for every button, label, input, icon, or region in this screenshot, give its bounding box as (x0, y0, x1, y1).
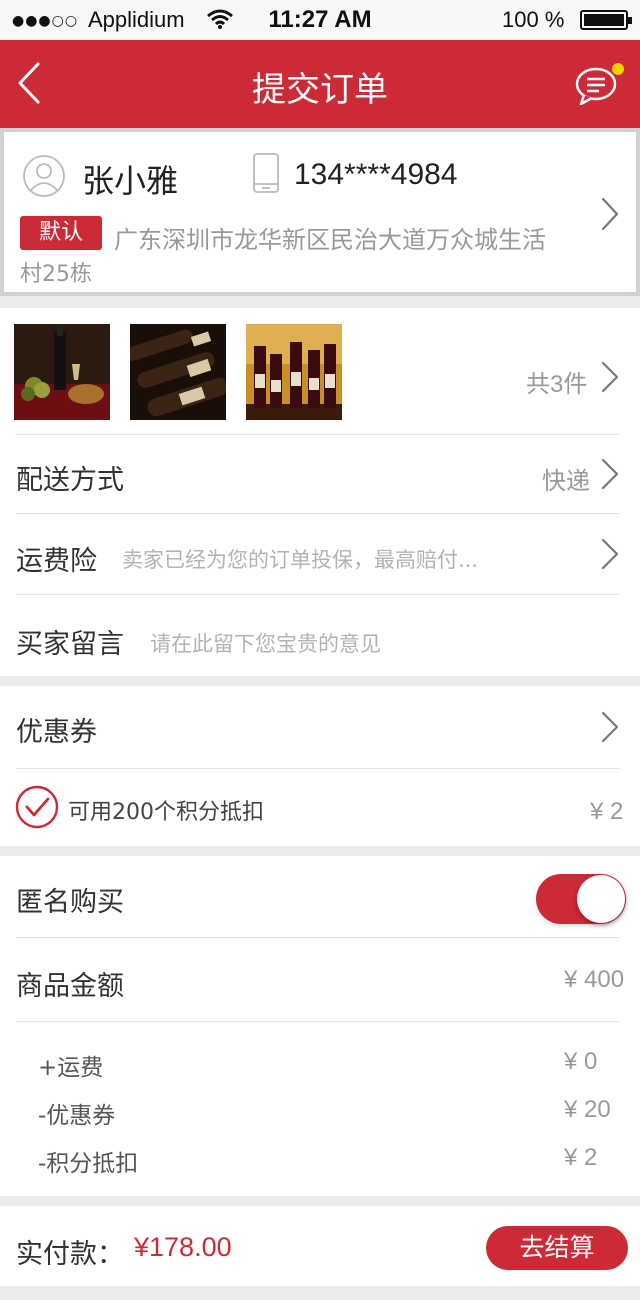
anonymous-toggle[interactable] (536, 874, 626, 924)
address-card[interactable]: 张小雅 134****4984 默认 广东深圳市龙华新区民治大道万众城生活 村2… (0, 128, 640, 296)
delivery-value: 快递 (542, 468, 590, 495)
address-card-body: 张小雅 134****4984 默认 广东深圳市龙华新区民治大道万众城生活 村2… (4, 132, 636, 292)
wine-bottles-display-image (246, 324, 342, 420)
product-thumbnail[interactable] (130, 324, 226, 420)
divider (16, 1021, 620, 1022)
points-deduction-value: ¥ 2 (590, 798, 624, 825)
chevron-right-icon (601, 197, 619, 231)
coupon-label: 优惠券 (16, 717, 97, 748)
wine-still-life-image (14, 324, 110, 420)
anonymous-purchase-label: 匿名购买 (16, 887, 124, 918)
checkout-button[interactable]: 去结算 (486, 1226, 628, 1270)
nav-bar: 提交订单 (0, 40, 640, 128)
carrier-name: Applidium (88, 7, 185, 32)
battery-icon (580, 10, 632, 30)
divider (16, 937, 620, 938)
points-deduction-label: 可用200个积分抵扣 (68, 800, 264, 825)
notification-dot (612, 63, 624, 75)
shipping-fee-label: +运费 (38, 1055, 104, 1081)
toggle-knob (577, 875, 625, 923)
coupon-section: 优惠券 可用200个积分抵扣 ¥ 2 (0, 686, 640, 846)
person-icon (23, 155, 65, 197)
product-thumbnail[interactable] (14, 324, 110, 420)
delivery-label: 配送方式 (16, 465, 124, 496)
product-thumbnail[interactable] (246, 324, 342, 420)
buyer-message-label: 买家留言 (16, 629, 124, 660)
item-count: 共3件 (526, 371, 588, 398)
divider (16, 434, 620, 435)
coupon-discount-label: -优惠券 (38, 1103, 116, 1129)
default-badge: 默认 (20, 216, 102, 250)
message-icon[interactable] (574, 62, 624, 108)
insurance-label: 运费险 (16, 546, 97, 577)
chevron-left-icon[interactable] (14, 60, 44, 106)
divider (16, 513, 620, 514)
insurance-hint: 卖家已经为您的订单投保，最高赔付... (122, 548, 479, 572)
chevron-right-icon (601, 458, 619, 490)
total-label: 实付款： (16, 1239, 124, 1270)
wine-bottles-rack-image (130, 324, 226, 420)
status-bar: ●●●○○ Applidium 11:27 AM 100 % (0, 0, 640, 40)
buyer-message-input[interactable]: 请在此留下您宝贵的意见 (150, 628, 381, 658)
address-line-1: 广东深圳市龙华新区民治大道万众城生活 (114, 226, 546, 254)
amount-section: 匿名购买 商品金额 ¥ 400 +运费 ¥ 0 -优惠券 ¥ 20 -积分抵扣 … (0, 856, 640, 1196)
phone-icon (253, 153, 279, 193)
divider (16, 594, 620, 595)
page-title: 提交订单 (252, 70, 388, 110)
coupon-discount-value: ¥ 20 (564, 1096, 611, 1123)
shipping-fee-value: ¥ 0 (564, 1048, 598, 1075)
recipient-name: 张小雅 (82, 162, 179, 200)
checkout-footer: 实付款： ¥178.00 去结算 (0, 1206, 640, 1286)
chevron-right-icon (601, 538, 619, 570)
goods-amount-value: ¥ 400 (564, 966, 625, 993)
points-discount-label: -积分抵扣 (38, 1151, 139, 1177)
checkmark-circle-icon[interactable] (14, 784, 60, 830)
chevron-right-icon[interactable] (600, 360, 620, 394)
goods-amount-label: 商品金额 (16, 971, 124, 1002)
signal-strength: ●●●○○ (12, 13, 79, 29)
total-amount: ¥178.00 (134, 1232, 232, 1262)
wifi-icon (207, 9, 233, 29)
recipient-phone: 134****4984 (294, 158, 458, 191)
points-discount-value: ¥ 2 (564, 1144, 598, 1171)
address-line-2: 村25栋 (20, 262, 92, 287)
order-items-section: 共3件 配送方式 快递 运费险 卖家已经为您的订单投保，最高赔付... 买家留言… (0, 308, 640, 676)
battery-percent: 100 % (502, 7, 565, 32)
divider (16, 768, 620, 769)
chevron-right-icon (601, 711, 619, 743)
